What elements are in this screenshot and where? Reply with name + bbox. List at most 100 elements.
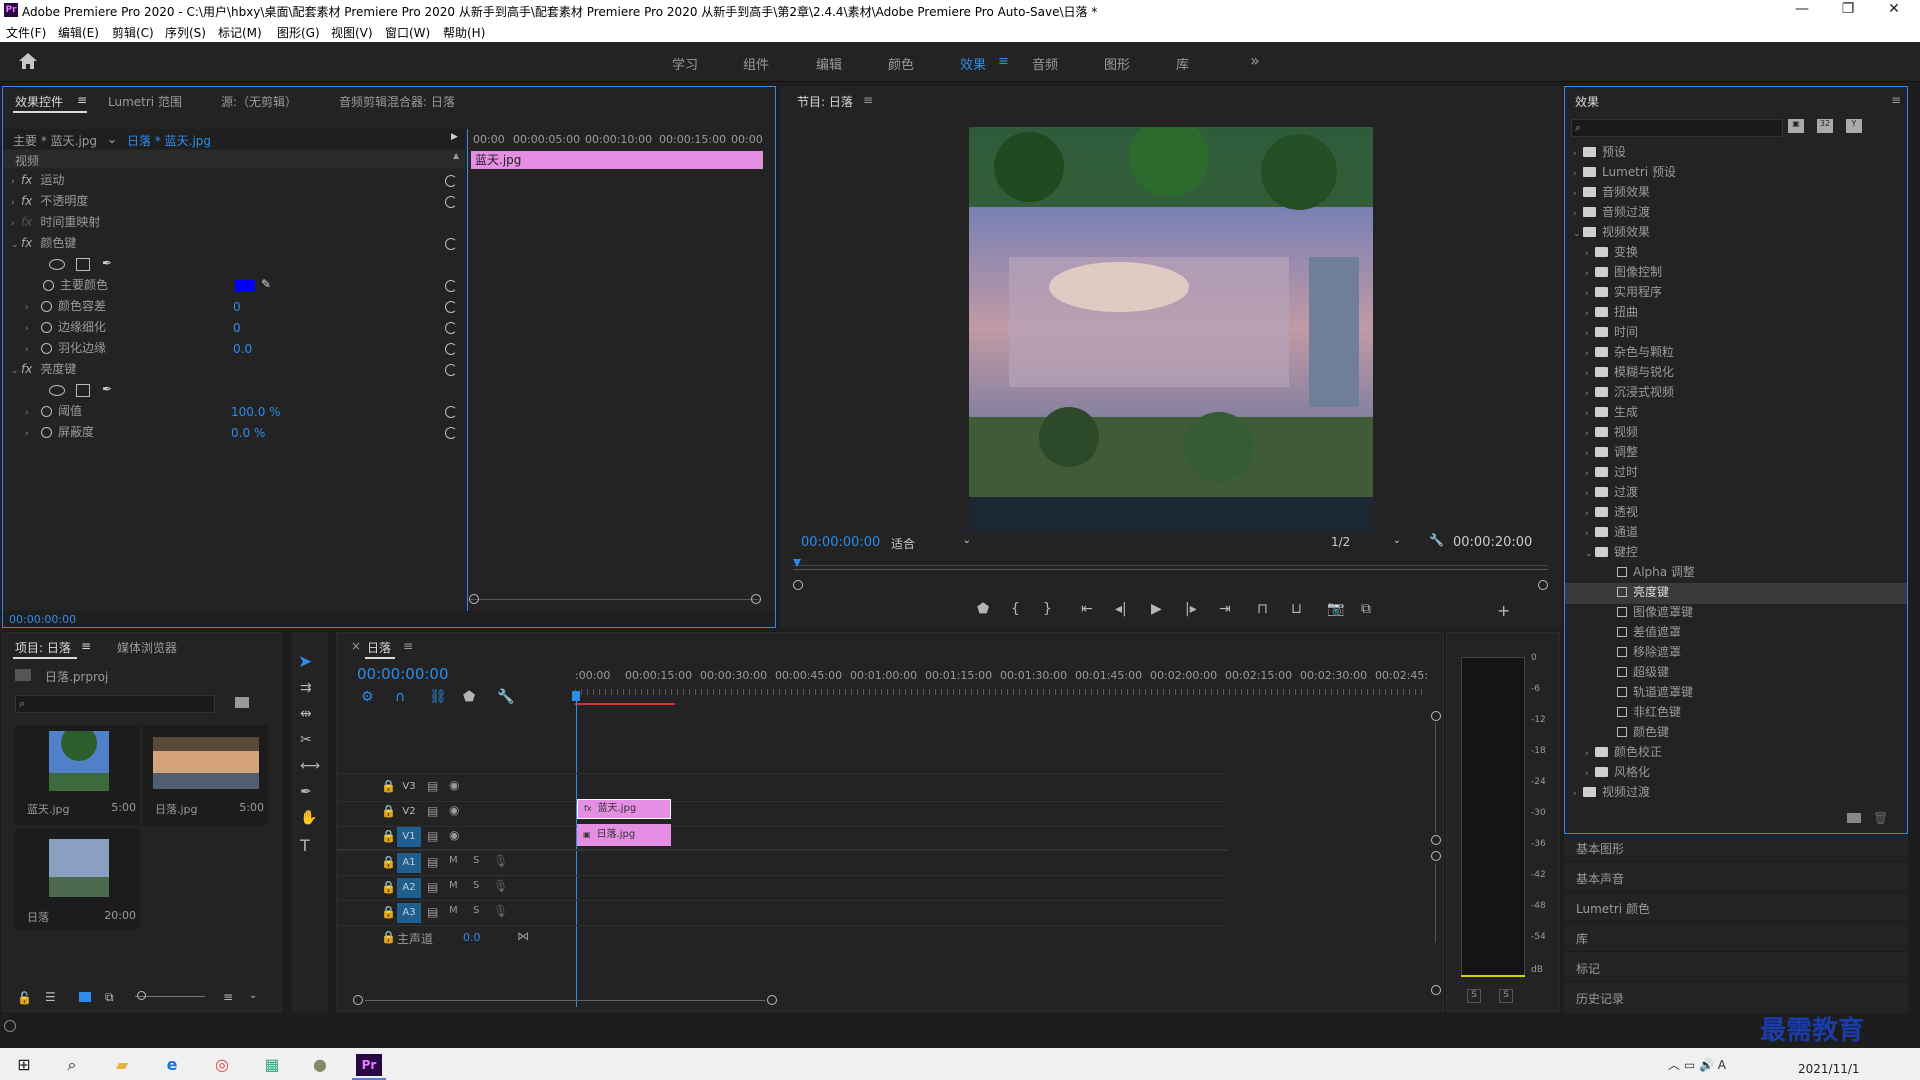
effects-tree-item[interactable]: ⌄ 视频效果 [1565,223,1907,244]
timeline-close-icon[interactable]: × [351,639,361,653]
selection-tool-icon[interactable]: ➤ [298,652,312,672]
reset-icon[interactable] [445,364,457,376]
search-icon[interactable]: ⌕ [60,1054,84,1076]
windows-start-icon[interactable]: ⊞ [12,1054,36,1076]
threshold-value[interactable]: 100.0 % [231,405,281,419]
pen-mask-icon[interactable]: ✒ [102,256,112,270]
mute-button[interactable]: M [449,905,458,916]
effects-tree-item[interactable]: › 生成 [1565,403,1907,424]
workspace-libraries[interactable]: 库 [1176,54,1189,73]
workspace-audio[interactable]: 音频 [1032,54,1058,73]
reset-icon[interactable] [445,427,457,439]
effects-tree-item[interactable]: › 时间 [1565,323,1907,344]
clip-sunset[interactable]: ▣ 日落.jpg [577,824,671,846]
lock-icon[interactable]: 🔓 [17,991,32,1005]
close-button[interactable]: ✕ [1872,1,1916,17]
reset-icon[interactable] [445,196,457,208]
solo-button[interactable]: S [473,905,479,916]
menu-help[interactable]: 帮助(H) [443,24,485,41]
add-button-icon[interactable]: + [1497,601,1510,620]
tab-audio-clip-mixer[interactable]: 音频剪辑混合器: 日落 [339,93,455,110]
effects-tree-item[interactable]: › 过渡 [1565,483,1907,504]
effects-tree-item[interactable]: › 图像控制 [1565,263,1907,284]
param-threshold[interactable]: › 阈值 100.0 % [3,402,465,423]
effects-tree-item[interactable]: › 颜色校正 [1565,743,1907,764]
menu-sequence[interactable]: 序列(S) [165,24,206,41]
extract-icon[interactable]: ⊔ [1291,601,1302,617]
track-header-a3[interactable]: 🔒 A3 ▤ M S 🎙 [377,902,567,924]
voice-over-icon[interactable]: 🎙 [493,879,508,893]
step-back-icon[interactable]: ◂| [1115,601,1127,617]
sync-lock-icon[interactable]: ▤ [427,829,438,843]
tab-media-browser[interactable]: 媒体浏览器 [117,639,177,656]
workspace-assembly[interactable]: 组件 [743,54,769,73]
effects-tree-item[interactable]: › 视频过渡 [1565,783,1907,804]
vscroll-handle[interactable] [1431,985,1441,995]
lock-icon[interactable]: 🔒 [381,905,396,919]
project-menu-icon[interactable]: ≡ [81,639,91,653]
effects-tree-item[interactable]: › Lumetri 预设 [1565,163,1907,184]
menu-edit[interactable]: 编辑(E) [58,24,99,41]
tab-source[interactable]: 源:（无剪辑） [221,93,297,110]
solo-left-button[interactable]: S [1467,989,1481,1003]
edge-browser-icon[interactable]: e [160,1054,184,1076]
app-icon[interactable]: ▦ [260,1054,284,1076]
effects-tree-item[interactable]: › 视频 [1565,423,1907,444]
effects-tree-item[interactable]: 颜色键 [1565,723,1907,744]
sync-lock-icon[interactable]: ▤ [427,779,438,793]
linked-selection-icon[interactable]: ⛓ [429,689,447,705]
app-icon[interactable]: ◎ [210,1054,234,1076]
track-header-v1[interactable]: 🔒 V1 ▤ ◉ [377,826,567,848]
menu-file[interactable]: 文件(F) [6,24,46,41]
timeline-settings-icon[interactable]: 🔧 [497,689,514,705]
effects-tree-item[interactable]: 轨道遮罩键 [1565,683,1907,704]
effects-tree-item[interactable]: › 调整 [1565,443,1907,464]
track-header-a2[interactable]: 🔒 A2 ▤ M S 🎙 [377,877,567,899]
track-header-v2[interactable]: 🔒 V2 ▤ ◉ [377,801,567,823]
track-select-tool-icon[interactable]: ⇉ [300,680,312,696]
lock-icon[interactable]: 🔒 [381,930,396,944]
program-timecode[interactable]: 00:00:00:00 [801,535,880,550]
hand-tool-icon[interactable]: ✋ [300,810,317,826]
project-item[interactable]: 日落 20:00 [15,829,140,929]
play-only-audio-icon[interactable]: ▶ [451,132,458,142]
menu-markers[interactable]: 标记(M) [218,24,262,41]
track-header-v3[interactable]: 🔒 V3 ▤ ◉ [377,776,567,798]
param-edge-thin[interactable]: › 边缘细化 0 [3,318,465,339]
effects-tree-item[interactable]: 亮度键 [1565,583,1907,604]
zoom-handle-left[interactable] [793,580,803,590]
panel-libraries[interactable]: 库 [1564,924,1908,952]
maximize-button[interactable]: ❐ [1826,1,1870,17]
workspace-graphics[interactable]: 图形 [1104,54,1130,73]
timeline-tab[interactable]: 日落 [367,639,391,656]
workspace-learn[interactable]: 学习 [672,54,698,73]
reset-icon[interactable] [445,280,457,292]
mute-button[interactable]: M [449,880,458,891]
go-to-out-icon[interactable]: ⇥ [1219,601,1231,617]
timeline-ruler[interactable]: :00:00 00:00:15:00 00:00:30:00 00:00:45:… [575,669,1428,699]
feather-value[interactable]: 0.0 [233,342,252,356]
pen-mask-icon[interactable]: ✒ [102,382,112,396]
reset-icon[interactable] [445,406,457,418]
hscroll-handle-right[interactable] [767,995,777,1005]
solo-right-button[interactable]: S [1499,989,1513,1003]
hscroll-handle-left[interactable] [353,995,363,1005]
zoom-handle-right[interactable] [751,594,761,604]
32bit-effects-icon[interactable]: 32 [1817,119,1833,133]
voice-over-icon[interactable]: 🎙 [493,854,508,868]
sequence-clip-label[interactable]: 日落 * 蓝天.jpg [127,132,211,149]
rectangle-mask-icon[interactable] [76,258,90,271]
vscroll-handle[interactable] [1431,851,1441,861]
effects-tree-item[interactable]: › 扭曲 [1565,303,1907,324]
effect-row-luma-key[interactable]: ⌄ fx 亮度键 [3,360,465,381]
list-view-icon[interactable]: ☰ [45,990,56,1004]
more-workspaces-icon[interactable]: » [1250,51,1260,70]
effects-tree-item[interactable]: ⌄ 键控 [1565,543,1907,564]
voice-over-icon[interactable]: 🎙 [493,904,508,918]
effects-tree-item[interactable]: › 实用程序 [1565,283,1907,304]
panel-essential-graphics[interactable]: 基本图形 [1564,834,1908,862]
effects-tree-item[interactable]: › 杂色与颗粒 [1565,343,1907,364]
reset-icon[interactable] [445,343,457,355]
step-forward-icon[interactable]: |▸ [1185,601,1197,617]
effect-row-color-key[interactable]: ⌄ fx 颜色键 [3,234,465,255]
